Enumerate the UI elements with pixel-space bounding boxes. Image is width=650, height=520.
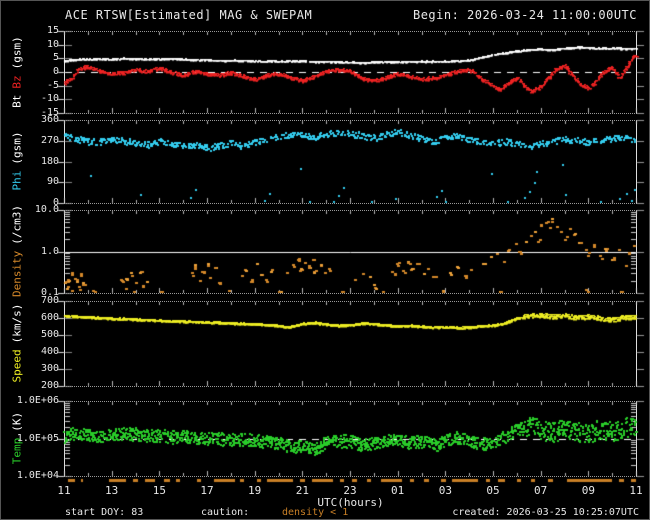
y-tick-label: 15 xyxy=(46,25,59,36)
ace-rtsw-plot: ACE RTSW[Estimated] MAG & SWEPAM Begin: … xyxy=(0,0,650,520)
created-timestamp: created: 2026-03-25 10:25:07UTC xyxy=(452,507,639,518)
y-tick-label: 5 xyxy=(52,52,59,64)
start-doy-text: start DOY: 83 xyxy=(65,507,144,518)
y-tick-label: 500 xyxy=(40,329,59,340)
panel-temp xyxy=(64,401,637,477)
page-title: ACE RTSW[Estimated] MAG & SWEPAM xyxy=(65,8,313,22)
panel-bt-bz xyxy=(64,31,637,114)
y-tick-label: 90 xyxy=(46,176,59,188)
y-tick-label: 200 xyxy=(40,380,59,391)
begin-timestamp: Begin: 2026-03-24 11:00:00UTC xyxy=(412,8,637,22)
y-tick-label: 1.0E+06 xyxy=(16,395,59,406)
caution-label: caution: xyxy=(201,507,250,518)
y-tick-label: 1.0E+04 xyxy=(16,470,59,481)
panel-phi xyxy=(64,120,637,204)
y-tick-label: 0 xyxy=(52,66,59,77)
y-tick-label: 1.0E+05 xyxy=(16,432,59,444)
y-tick-label: 270 xyxy=(40,134,59,146)
y-tick-label: 1.0 xyxy=(40,245,59,257)
y-tick-label: 10.0 xyxy=(34,204,59,215)
y-tick-label: -10 xyxy=(40,93,59,105)
y-tick-label: 300 xyxy=(40,363,59,374)
y-tick-label: 180 xyxy=(40,155,59,167)
y-tick-label: 360 xyxy=(40,114,59,125)
caution-value: density < 1 xyxy=(282,507,349,518)
y-tick-label: 10 xyxy=(46,38,59,50)
y-tick-label: -5 xyxy=(46,79,59,91)
y-tick-label: 600 xyxy=(40,312,59,323)
panel-speed xyxy=(64,301,637,387)
panel-density xyxy=(64,210,637,294)
y-tick-label: 700 xyxy=(40,295,59,306)
y-tick-label: 400 xyxy=(40,346,59,357)
ylabel-temp-units: (K) xyxy=(10,411,24,432)
